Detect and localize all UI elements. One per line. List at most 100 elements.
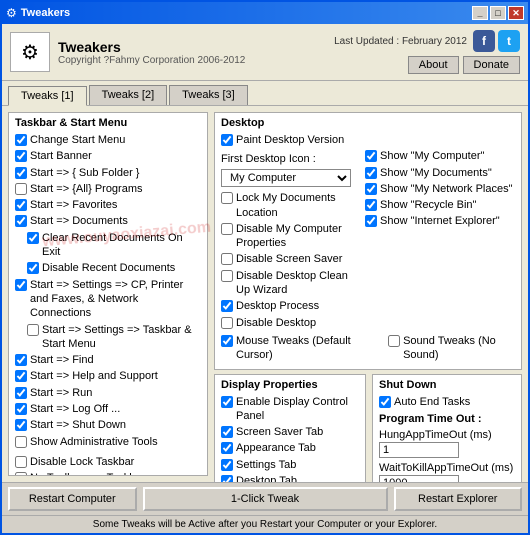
donate-button[interactable]: Donate <box>463 56 520 74</box>
chk-disable-cleanup[interactable] <box>221 270 233 282</box>
chk-run[interactable] <box>15 387 27 399</box>
tab-tweaks-1[interactable]: Tweaks [1] <box>8 86 87 106</box>
lbl-admin-tools: Show Administrative Tools <box>30 435 158 449</box>
chk-admin-tools[interactable] <box>15 436 27 448</box>
twitter-icon[interactable]: t <box>498 30 520 52</box>
chk-desktop-tab[interactable] <box>221 475 233 482</box>
wait-label: WaitToKillAppTimeOut (ms) <box>379 462 515 474</box>
lbl-appearance-tab: Appearance Tab <box>236 441 316 455</box>
chk-show-recycle[interactable] <box>365 199 377 211</box>
left-panel: Taskbar & Start Menu Change Start Menu S… <box>8 112 208 476</box>
list-item: Start => Favorites <box>15 198 201 212</box>
chk-auto-end[interactable] <box>379 396 391 408</box>
tab-tweaks-3[interactable]: Tweaks [3] <box>169 85 248 105</box>
list-item: Screen Saver Tab <box>221 425 359 439</box>
chk-screen-saver-tab[interactable] <box>221 426 233 438</box>
first-icon-select[interactable]: My Computer My Documents Network Places … <box>221 169 351 187</box>
chk-favorites[interactable] <box>15 199 27 211</box>
chk-appearance-tab[interactable] <box>221 442 233 454</box>
shutdown-section: Shut Down Auto End Tasks Program Time Ou… <box>372 374 522 482</box>
chk-disable-desktop[interactable] <box>221 317 233 329</box>
chk-disable-screensaver[interactable] <box>221 253 233 265</box>
chk-lock-docs[interactable] <box>221 192 233 204</box>
about-button[interactable]: About <box>408 56 459 74</box>
chk-mouse-tweaks[interactable] <box>221 335 233 347</box>
one-click-button[interactable]: 1-Click Tweak <box>143 487 388 511</box>
auto-end-item: Auto End Tasks <box>379 395 515 409</box>
last-updated: Last Updated : February 2012 <box>334 36 467 47</box>
lbl-disable-cleanup: Disable Desktop Clean Up Wizard <box>236 269 359 298</box>
minimize-button[interactable]: _ <box>472 6 488 20</box>
display-two-col: Enable Display Control Panel Screen Save… <box>221 395 359 482</box>
header-buttons: About Donate <box>408 56 520 74</box>
lbl-screen-saver-tab: Screen Saver Tab <box>236 425 323 439</box>
list-item: Enable Display Control Panel <box>221 395 359 424</box>
social-icons: f t <box>473 30 520 52</box>
chk-clear-recent[interactable] <box>27 232 39 244</box>
chk-desktop-process[interactable] <box>221 300 233 312</box>
list-item: Start => Find <box>15 353 201 367</box>
chk-disable-lock[interactable] <box>15 456 27 468</box>
wait-input[interactable] <box>379 475 459 482</box>
maximize-button[interactable]: □ <box>490 6 506 20</box>
list-item: Start => Shut Down <box>15 418 201 432</box>
chk-logoff[interactable] <box>15 403 27 415</box>
list-item: Show Administrative Tools <box>15 435 201 449</box>
chk-sub-folder[interactable] <box>15 167 27 179</box>
shutdown-title: Shut Down <box>379 379 515 391</box>
list-item: Start => Log Off ... <box>15 402 201 416</box>
list-item: Disable My Computer Properties <box>221 222 359 251</box>
chk-show-ie[interactable] <box>365 215 377 227</box>
main-content: www.ouyaoxiazai.com Taskbar & Start Menu… <box>2 106 528 482</box>
lbl-find: Start => Find <box>30 353 94 367</box>
restart-computer-button[interactable]: Restart Computer <box>8 487 137 511</box>
restart-explorer-button[interactable]: Restart Explorer <box>394 487 523 511</box>
chk-no-toolbars[interactable] <box>15 472 27 476</box>
chk-documents[interactable] <box>15 215 27 227</box>
chk-show-network[interactable] <box>365 183 377 195</box>
lbl-disable-screensaver: Disable Screen Saver <box>236 252 342 266</box>
chk-all-programs[interactable] <box>15 183 27 195</box>
chk-disable-recent[interactable] <box>27 262 39 274</box>
lbl-auto-end: Auto End Tasks <box>394 395 470 409</box>
paint-desktop-item: Paint Desktop Version <box>221 133 515 147</box>
chk-settings-taskbar[interactable] <box>27 324 39 336</box>
lbl-show-mydocs: Show "My Documents" <box>380 166 492 180</box>
app-header: ⚙ Tweakers Copyright ?Fahmy Corporation … <box>2 24 528 81</box>
desktop-left-col: First Desktop Icon : My Computer My Docu… <box>221 149 359 332</box>
chk-change-start-menu[interactable] <box>15 134 27 146</box>
chk-settings-cp[interactable] <box>15 279 27 291</box>
lbl-show-mycomp: Show "My Computer" <box>380 149 484 163</box>
chk-enable-display[interactable] <box>221 396 233 408</box>
facebook-icon[interactable]: f <box>473 30 495 52</box>
close-button[interactable]: ✕ <box>508 6 524 20</box>
list-item: Lock My Documents Location <box>221 191 359 220</box>
hung-input[interactable] <box>379 442 459 458</box>
desktop-section: Desktop Paint Desktop Version First Desk… <box>214 112 522 370</box>
chk-show-mydocs[interactable] <box>365 167 377 179</box>
desktop-section-title: Desktop <box>221 117 515 129</box>
chk-settings-tab[interactable] <box>221 459 233 471</box>
main-window: ⚙ Tweakers _ □ ✕ ⚙ Tweakers Copyright ?F… <box>0 0 530 535</box>
lbl-show-recycle: Show "Recycle Bin" <box>380 198 476 212</box>
lbl-settings-taskbar: Start => Settings => Taskbar & Start Men… <box>42 323 201 352</box>
chk-shutdown[interactable] <box>15 419 27 431</box>
lbl-start-banner: Start Banner <box>30 149 92 163</box>
taskbar-section: Taskbar & Start Menu Change Start Menu S… <box>8 112 208 476</box>
tab-tweaks-2[interactable]: Tweaks [2] <box>89 85 168 105</box>
chk-find[interactable] <box>15 354 27 366</box>
list-item: Disable Lock Taskbar <box>15 455 201 469</box>
chk-show-mycomp[interactable] <box>365 150 377 162</box>
chk-start-banner[interactable] <box>15 150 27 162</box>
list-item: Start => Documents <box>15 214 201 228</box>
taskbar-section-title: Taskbar & Start Menu <box>15 117 201 129</box>
header-right: Last Updated : February 2012 f t About D… <box>334 30 520 74</box>
list-item: Start => Help and Support <box>15 369 201 383</box>
sound-tweaks-item: Sound Tweaks (No Sound) <box>388 334 515 363</box>
chk-disable-mycomp-props[interactable] <box>221 223 233 235</box>
lbl-lock-docs: Lock My Documents Location <box>236 191 359 220</box>
chk-paint-desktop[interactable] <box>221 134 233 146</box>
chk-help[interactable] <box>15 370 27 382</box>
chk-sound-tweaks[interactable] <box>388 335 400 347</box>
lbl-clear-recent: Clear Recent Documents On Exit <box>42 231 201 260</box>
